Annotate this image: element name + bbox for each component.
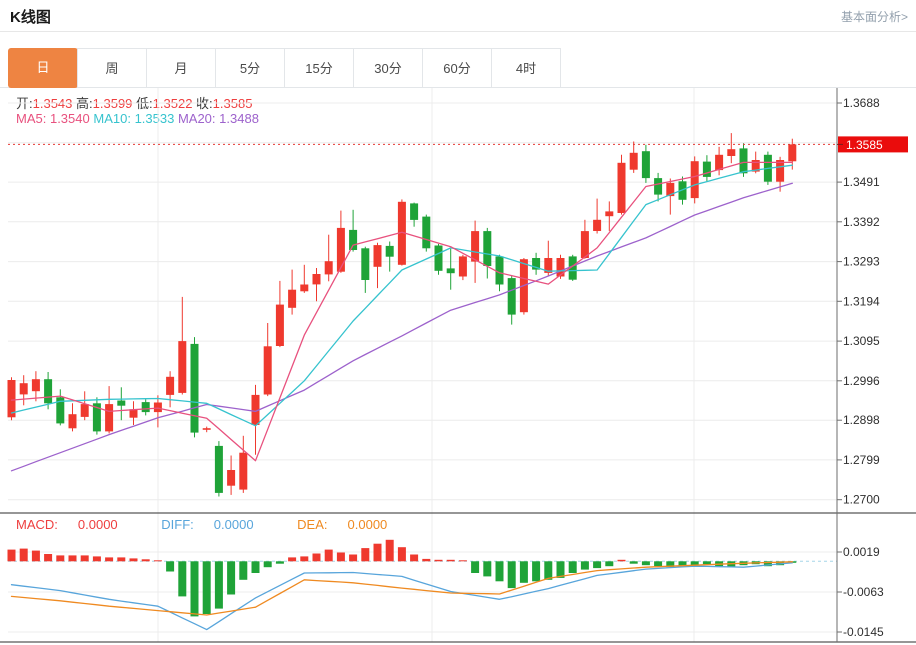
svg-text:-0.0145: -0.0145 xyxy=(843,625,884,639)
svg-text:1.2700: 1.2700 xyxy=(843,493,880,507)
svg-text:1.3095: 1.3095 xyxy=(843,334,880,348)
price-axis-labels: 1.3688 1.3491 1.3392 1.3293 1.3194 1.3095 1.29… xyxy=(837,96,884,639)
candles xyxy=(8,133,797,496)
svg-text:1.2996: 1.2996 xyxy=(843,374,880,388)
svg-text:1.3585: 1.3585 xyxy=(846,138,883,152)
svg-text:1.3491: 1.3491 xyxy=(843,175,880,189)
macd-lines xyxy=(12,562,793,630)
svg-text:1.2799: 1.2799 xyxy=(843,453,880,467)
svg-text:-0.0063: -0.0063 xyxy=(843,585,884,599)
svg-text:1.3293: 1.3293 xyxy=(843,255,880,269)
svg-text:1.3392: 1.3392 xyxy=(843,215,880,229)
svg-text:1.2898: 1.2898 xyxy=(843,413,880,427)
svg-text:1.3194: 1.3194 xyxy=(843,294,880,308)
kline-chart-svg: 1.3688 1.3491 1.3392 1.3293 1.3194 1.3095 1.29… xyxy=(0,0,916,645)
svg-text:0.0019: 0.0019 xyxy=(843,545,880,559)
macd-histogram xyxy=(8,540,797,617)
svg-text:1.3688: 1.3688 xyxy=(843,96,880,110)
current-price-badge: 1.3585 xyxy=(837,136,908,152)
